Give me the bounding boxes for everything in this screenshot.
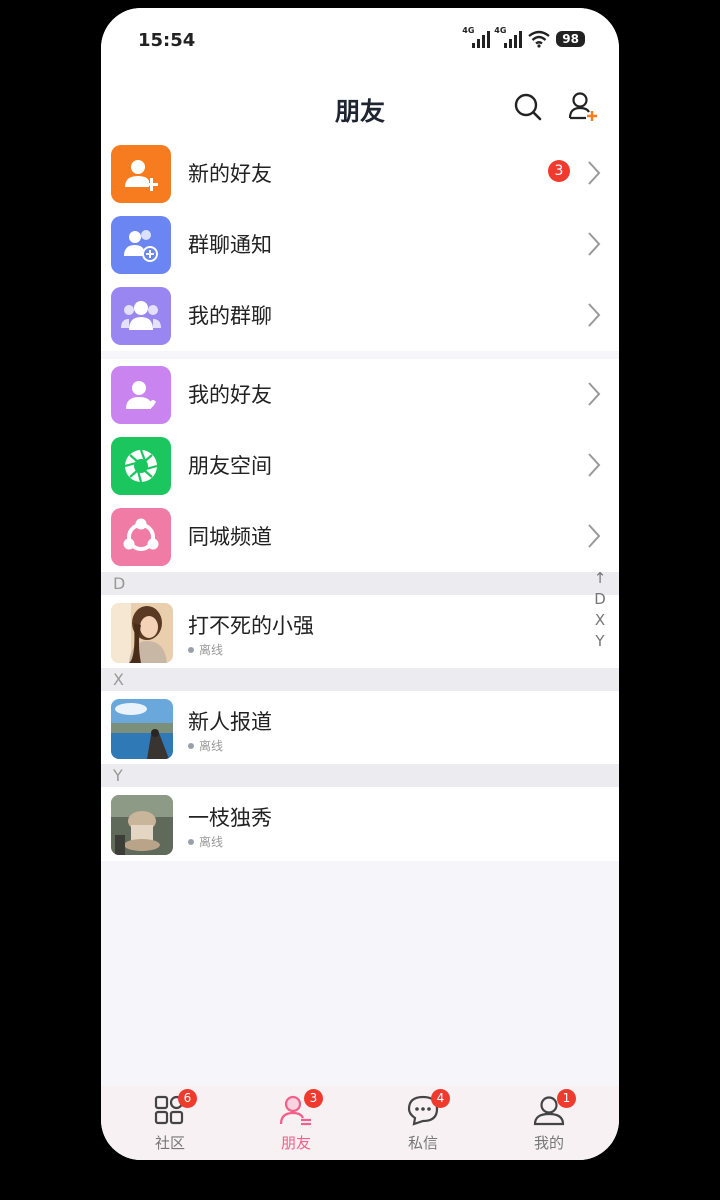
chevron-right-icon bbox=[588, 382, 601, 406]
tab-label: 私信 bbox=[407, 1134, 438, 1152]
tab-messages[interactable]: 4 私信 bbox=[373, 1086, 473, 1160]
page-header: 朋友 bbox=[101, 80, 619, 138]
tab-profile[interactable]: 1 我的 bbox=[499, 1086, 599, 1160]
contact-status: 离线 bbox=[188, 833, 223, 850]
chevron-right-icon bbox=[588, 232, 601, 256]
add-friend-icon[interactable] bbox=[567, 90, 599, 122]
contact-name: 打不死的小强 bbox=[188, 614, 314, 638]
menu-item-label: 朋友空间 bbox=[188, 454, 272, 478]
section-header-d: D bbox=[101, 572, 619, 595]
contact-row[interactable]: 一枝独秀 离线 bbox=[101, 787, 619, 861]
tab-badge: 6 bbox=[178, 1089, 197, 1108]
menu-item-label: 同城频道 bbox=[188, 525, 272, 549]
new-friends-badge: 3 bbox=[548, 160, 570, 182]
offline-dot bbox=[188, 646, 194, 653]
chevron-right-icon bbox=[588, 524, 601, 548]
tab-label: 社区 bbox=[154, 1134, 185, 1152]
search-icon[interactable] bbox=[513, 92, 543, 122]
section-header-y: Y bbox=[101, 764, 619, 787]
index-top-arrow[interactable]: ↑ bbox=[590, 568, 610, 589]
menu-item-label: 我的群聊 bbox=[188, 304, 272, 328]
alphabet-index-bar[interactable]: ↑ D X Y bbox=[590, 568, 610, 652]
signal-icon: 4G bbox=[462, 26, 491, 48]
avatar bbox=[111, 603, 173, 663]
chevron-right-icon bbox=[588, 161, 601, 185]
menu-item-label: 新的好友 bbox=[188, 162, 272, 186]
tab-label: 朋友 bbox=[280, 1134, 311, 1152]
group-icon bbox=[111, 287, 171, 345]
menu-item-my-groups[interactable]: 我的群聊 bbox=[101, 280, 619, 351]
city-channel-icon bbox=[111, 508, 171, 566]
phone-screen: 15:54 4G 4G 98 朋友 新的好友 3 群聊通知 我的群聊 我的好友 … bbox=[101, 8, 619, 1160]
tab-badge: 4 bbox=[431, 1089, 450, 1108]
contact-name: 新人报道 bbox=[188, 710, 272, 734]
status-time: 15:54 bbox=[138, 30, 196, 51]
add-person-icon bbox=[111, 145, 171, 203]
aperture-icon bbox=[111, 437, 171, 495]
menu-item-group-notify[interactable]: 群聊通知 bbox=[101, 209, 619, 280]
contact-status: 离线 bbox=[188, 737, 223, 754]
menu-group-1: 新的好友 3 群聊通知 我的群聊 bbox=[101, 138, 619, 351]
wifi-icon bbox=[528, 30, 551, 48]
contact-status: 离线 bbox=[188, 641, 223, 658]
network-label: 4G bbox=[462, 26, 475, 35]
friend-icon bbox=[111, 366, 171, 424]
status-icons: 4G 4G 98 bbox=[462, 26, 585, 48]
offline-dot bbox=[188, 838, 194, 845]
menu-item-new-friends[interactable]: 新的好友 3 bbox=[101, 138, 619, 209]
tab-label: 我的 bbox=[533, 1134, 564, 1152]
menu-item-my-friends[interactable]: 我的好友 bbox=[101, 359, 619, 430]
contact-row[interactable]: 打不死的小强 离线 bbox=[101, 595, 619, 669]
section-header-x: X bbox=[101, 668, 619, 691]
tab-friends[interactable]: 3 朋友 bbox=[246, 1086, 346, 1160]
signal-icon: 4G bbox=[494, 26, 523, 48]
contact-name: 一枝独秀 bbox=[188, 806, 272, 830]
offline-dot bbox=[188, 742, 194, 749]
bottom-tab-bar: 6 社区 3 朋友 4 私信 1 我的 bbox=[101, 1086, 619, 1160]
tab-badge: 1 bbox=[557, 1089, 576, 1108]
battery-indicator: 98 bbox=[556, 31, 585, 47]
avatar bbox=[111, 795, 173, 855]
index-letter-y[interactable]: Y bbox=[590, 631, 610, 652]
chevron-right-icon bbox=[588, 303, 601, 327]
group-notify-icon bbox=[111, 216, 171, 274]
tab-badge: 3 bbox=[304, 1089, 323, 1108]
contact-row[interactable]: 新人报道 离线 bbox=[101, 691, 619, 765]
status-bar: 15:54 4G 4G 98 bbox=[101, 8, 619, 80]
menu-item-friend-space[interactable]: 朋友空间 bbox=[101, 430, 619, 501]
menu-group-2: 我的好友 朋友空间 同城频道 bbox=[101, 359, 619, 572]
network-label: 4G bbox=[494, 26, 507, 35]
chevron-right-icon bbox=[588, 453, 601, 477]
tab-community[interactable]: 6 社区 bbox=[120, 1086, 220, 1160]
menu-item-label: 群聊通知 bbox=[188, 233, 272, 257]
menu-item-label: 我的好友 bbox=[188, 383, 272, 407]
index-letter-d[interactable]: D bbox=[590, 589, 610, 610]
avatar bbox=[111, 699, 173, 759]
menu-item-city-channel[interactable]: 同城频道 bbox=[101, 501, 619, 572]
index-letter-x[interactable]: X bbox=[590, 610, 610, 631]
